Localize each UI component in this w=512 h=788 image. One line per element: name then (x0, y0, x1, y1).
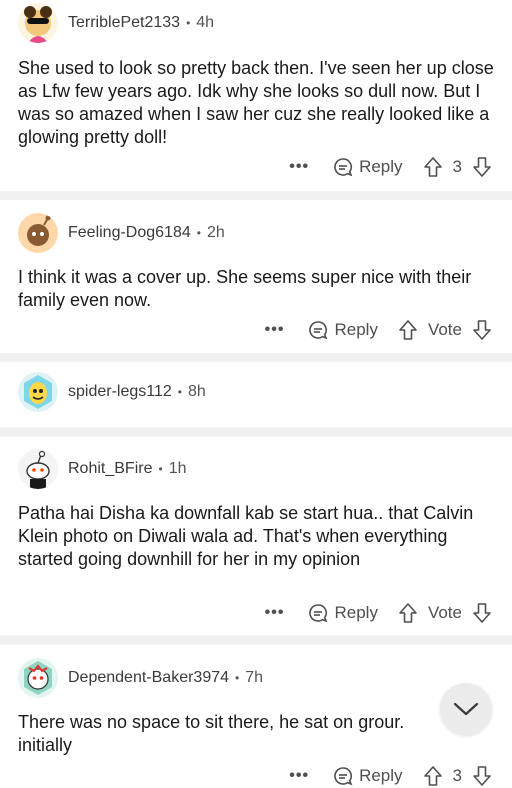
downvote-arrow-icon[interactable] (472, 156, 492, 178)
username[interactable]: TerriblePet2133 (68, 14, 180, 32)
comment-actions: ••• Reply Vote (265, 602, 492, 624)
separator-dot: • (177, 385, 182, 399)
comment-card-collapsed[interactable]: spider-legs112 • 8h (0, 362, 512, 427)
username[interactable]: Dependent-Baker3974 (68, 669, 229, 687)
upvote-arrow-icon[interactable] (423, 765, 443, 787)
more-options-button[interactable]: ••• (289, 767, 309, 785)
reply-label: Reply (334, 320, 378, 339)
comment-age: 2h (206, 224, 225, 241)
upvote-arrow-icon[interactable] (398, 319, 418, 341)
chevron-down-icon (453, 702, 479, 716)
comment-header: spider-legs112 • 8h (18, 372, 206, 412)
more-options-button[interactable]: ••• (289, 158, 309, 176)
username[interactable]: Rohit_BFire (68, 460, 152, 478)
comment-actions: ••• Reply Vote (265, 319, 492, 341)
avatar[interactable] (18, 449, 58, 489)
separator-dot: • (158, 462, 163, 476)
reply-bubble-icon (334, 767, 353, 786)
comment-age: 7h (245, 669, 264, 686)
reply-button[interactable]: Reply (333, 766, 403, 786)
comment-actions: ••• Reply 3 (289, 156, 492, 178)
scroll-down-button[interactable] (440, 683, 492, 735)
comment-header: Rohit_BFire • 1h (18, 449, 186, 489)
reply-bubble-icon (309, 321, 328, 340)
reply-button[interactable]: Reply (333, 157, 403, 177)
separator-dot: • (196, 226, 201, 240)
reply-bubble-icon (309, 604, 328, 623)
reply-label: Reply (359, 766, 403, 785)
comment-body: I think it was a cover up. She seems sup… (18, 267, 472, 310)
comment-body: There was no space to sit there, he sat … (18, 712, 405, 755)
comment-header: Feeling-Dog6184 • 2h (18, 213, 225, 253)
reply-button[interactable]: Reply (308, 603, 378, 623)
vote-controls: 3 (423, 765, 492, 787)
separator-dot: • (186, 16, 191, 30)
more-options-button[interactable]: ••• (265, 604, 285, 622)
reply-label: Reply (359, 157, 403, 176)
upvote-arrow-icon[interactable] (398, 602, 418, 624)
downvote-arrow-icon[interactable] (472, 319, 492, 341)
comment-age: 8h (187, 383, 206, 400)
comment-card: Feeling-Dog6184 • 2h I think it was a co… (0, 200, 512, 353)
separator-dot: • (235, 671, 240, 685)
downvote-arrow-icon[interactable] (472, 765, 492, 787)
reply-label: Reply (334, 603, 378, 622)
comment-card: Rohit_BFire • 1h Patha hai Disha ka down… (0, 437, 512, 635)
comment-actions: ••• Reply 3 (289, 765, 492, 787)
vote-label: Vote (427, 320, 462, 339)
upvote-arrow-icon[interactable] (423, 156, 443, 178)
vote-count: 3 (452, 766, 462, 785)
vote-controls: Vote (398, 319, 492, 341)
vote-label: Vote (427, 603, 462, 622)
comment-header: TerriblePet2133 • 4h (18, 3, 214, 43)
comment-body: Patha hai Disha ka downfall kab se start… (18, 503, 474, 569)
downvote-arrow-icon[interactable] (472, 602, 492, 624)
avatar[interactable] (18, 658, 58, 698)
comment-card: TerriblePet2133 • 4h She used to look so… (0, 0, 512, 191)
avatar[interactable] (18, 372, 58, 412)
more-options-button[interactable]: ••• (265, 321, 285, 339)
reply-button[interactable]: Reply (308, 320, 378, 340)
vote-controls: Vote (398, 602, 492, 624)
vote-count: 3 (452, 157, 462, 176)
comment-age: 4h (196, 14, 215, 31)
comment-body: She used to look so pretty back then. I'… (18, 58, 494, 147)
vote-controls: 3 (423, 156, 492, 178)
username[interactable]: spider-legs112 (68, 383, 172, 401)
username[interactable]: Feeling-Dog6184 (68, 224, 191, 242)
avatar[interactable] (18, 3, 58, 43)
avatar[interactable] (18, 213, 58, 253)
comment-header: Dependent-Baker3974 • 7h (18, 658, 263, 698)
comment-age: 1h (168, 460, 187, 477)
reply-bubble-icon (334, 158, 353, 177)
comment-card: Dependent-Baker3974 • 7h There was no sp… (0, 645, 512, 788)
